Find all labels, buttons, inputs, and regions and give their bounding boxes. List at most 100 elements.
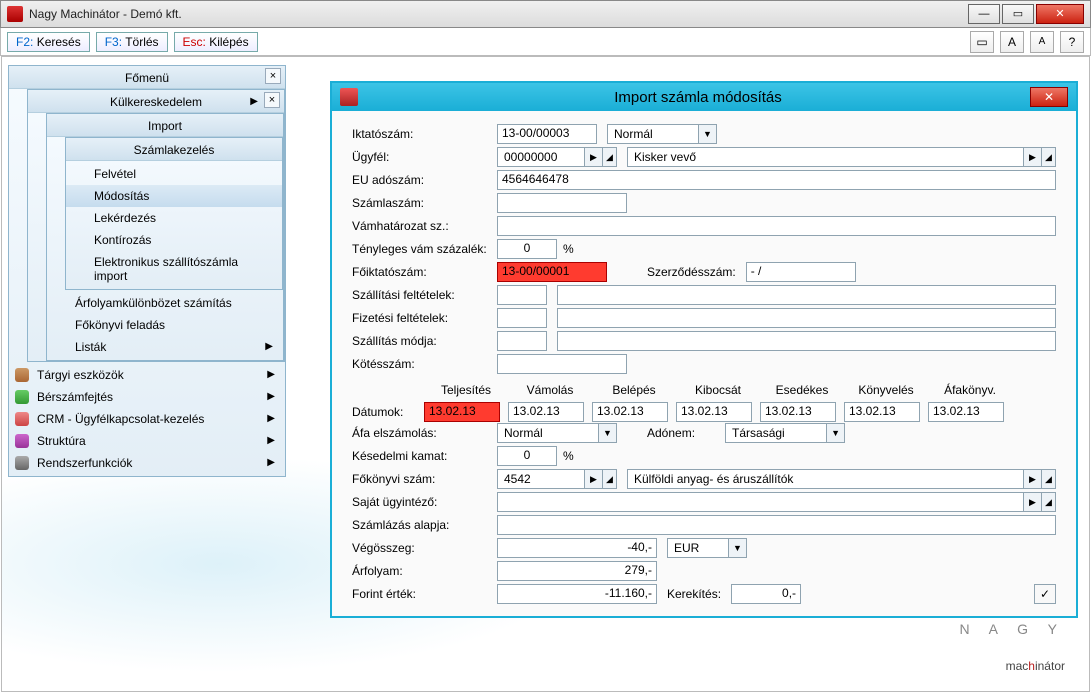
col-konyveles: Könyvelés (844, 383, 928, 397)
field-contract-no[interactable]: - / (746, 262, 856, 282)
field-customer-name[interactable]: Kisker vevő▶◢ (627, 147, 1056, 167)
label-huf-value: Forint érték: (352, 587, 497, 601)
label-main-reg-no: Főiktatószám: (352, 265, 497, 279)
close-icon[interactable]: × (264, 92, 280, 108)
menu-item-crm[interactable]: CRM - Ügyfélkapcsolat-kezelés▶ (9, 408, 285, 430)
maximize-button[interactable]: ▭ (1002, 4, 1034, 24)
invoice-edit-dialog: Import számla módosítás ✕ Iktatószám: 13… (330, 81, 1078, 618)
lookup-icon[interactable]: ▶ (1023, 470, 1041, 488)
menu-item-new[interactable]: Felvétel (66, 163, 282, 185)
font-large-button[interactable]: A (1000, 31, 1024, 53)
menu-foreign-trade: Külkereskedelem▶× Import Számlakezelés F… (27, 89, 285, 362)
field-customer-code[interactable]: 00000000▶◢ (497, 147, 617, 167)
font-small-button[interactable]: A (1030, 31, 1054, 53)
search-button[interactable]: F2: Keresés (7, 32, 90, 52)
field-binding-no[interactable] (497, 354, 627, 374)
field-shipping-mode-code[interactable] (497, 331, 547, 351)
field-late-interest[interactable]: 0 (497, 446, 557, 466)
label-total: Végösszeg: (352, 541, 497, 555)
field-delivery-terms-text[interactable] (557, 285, 1056, 305)
chevron-down-icon[interactable]: ▼ (598, 424, 616, 442)
menu-main-header[interactable]: Főmenü× (9, 66, 285, 89)
close-icon[interactable]: × (265, 68, 281, 84)
window-close-button[interactable]: ✕ (1036, 4, 1084, 24)
corner-icon[interactable]: ◢ (602, 148, 616, 166)
delete-button[interactable]: F3: Törlés (96, 32, 168, 52)
field-delivery-terms-code[interactable] (497, 285, 547, 305)
combo-status[interactable]: Normál▼ (607, 124, 717, 144)
field-customs-pct[interactable]: 0 (497, 239, 557, 259)
field-payment-terms-code[interactable] (497, 308, 547, 328)
menu-invoice-mgmt-header[interactable]: Számlakezelés (66, 138, 282, 161)
dialog-icon (340, 88, 358, 106)
menu-cascade: Főmenü× Külkereskedelem▶× Import Számlak… (8, 65, 286, 477)
field-customs-no[interactable] (497, 216, 1056, 236)
workspace: Főmenü× Külkereskedelem▶× Import Számlak… (1, 56, 1090, 692)
menu-item-system[interactable]: Rendszerfunkciók▶ (9, 452, 285, 474)
field-invoice-no[interactable] (497, 193, 627, 213)
col-esedekes: Esedékes (760, 383, 844, 397)
label-rounding: Kerekítés: (667, 587, 721, 601)
dialog-close-button[interactable]: ✕ (1030, 87, 1068, 107)
menu-item-structure[interactable]: Struktúra▶ (9, 430, 285, 452)
field-payment-terms-text[interactable] (557, 308, 1056, 328)
lookup-icon[interactable]: ▶ (584, 148, 602, 166)
menu-item-accounting[interactable]: Kontírozás (66, 229, 282, 251)
field-eu-vat[interactable]: 4564646478 (497, 170, 1056, 190)
field-shipping-mode-text[interactable] (557, 331, 1056, 351)
label-customs-no: Vámhatározat sz.: (352, 219, 497, 233)
app-icon (7, 6, 23, 22)
field-ledger-code[interactable]: 4542▶◢ (497, 469, 617, 489)
date-kibocsat[interactable]: 13.02.13 (676, 402, 752, 422)
date-esedekes[interactable]: 13.02.13 (760, 402, 836, 422)
menu-item-assets[interactable]: Tárgyi eszközök▶ (9, 364, 285, 386)
menu-import-header[interactable]: Import (47, 114, 283, 137)
field-exchange-rate[interactable]: 279,- (497, 561, 657, 581)
lookup-icon[interactable]: ▶ (584, 470, 602, 488)
corner-icon[interactable]: ◢ (602, 470, 616, 488)
field-rounding[interactable]: 0,- (731, 584, 801, 604)
confirm-button[interactable]: ✓ (1034, 584, 1056, 604)
corner-icon[interactable]: ◢ (1041, 470, 1055, 488)
lookup-icon[interactable]: ▶ (1023, 148, 1041, 166)
field-own-clerk[interactable]: ▶◢ (497, 492, 1056, 512)
date-konyveles[interactable]: 13.02.13 (844, 402, 920, 422)
date-belepes[interactable]: 13.02.13 (592, 402, 668, 422)
field-iktatoszam[interactable]: 13-00/00003 (497, 124, 597, 144)
minimize-button[interactable]: — (968, 4, 1000, 24)
combo-tax-type[interactable]: Társasági▼ (725, 423, 845, 443)
combo-vat-settle[interactable]: Normál▼ (497, 423, 617, 443)
menu-item-payroll[interactable]: Bérszámfejtés▶ (9, 386, 285, 408)
field-billing-basis[interactable] (497, 515, 1056, 535)
field-ledger-name[interactable]: Külföldi anyag- és áruszállítók▶◢ (627, 469, 1056, 489)
window-titlebar: Nagy Machinátor - Demó kft. — ▭ ✕ (0, 0, 1091, 28)
window-mode-button[interactable]: ▭ (970, 31, 994, 53)
lookup-icon[interactable]: ▶ (1023, 493, 1041, 511)
chevron-down-icon[interactable]: ▼ (826, 424, 844, 442)
menu-import: Import Számlakezelés Felvétel Módosítás … (46, 113, 284, 361)
menu-item-ledger-post[interactable]: Főkönyvi feladás (47, 314, 283, 336)
help-button[interactable]: ? (1060, 31, 1084, 53)
field-total[interactable]: -40,- (497, 538, 657, 558)
menu-item-edi-import[interactable]: Elektronikus szállítószámla import (66, 251, 282, 287)
corner-icon[interactable]: ◢ (1041, 493, 1055, 511)
chevron-down-icon[interactable]: ▼ (728, 539, 746, 557)
col-kibocsat: Kibocsát (676, 383, 760, 397)
menu-item-exchange-diff[interactable]: Árfolyamkülönbözet számítás (47, 292, 283, 314)
date-afakonyv[interactable]: 13.02.13 (928, 402, 1004, 422)
combo-currency[interactable]: EUR▼ (667, 538, 747, 558)
field-huf-value[interactable]: -11.160,- (497, 584, 657, 604)
menu-foreign-trade-header[interactable]: Külkereskedelem▶× (28, 90, 284, 113)
date-vamolas[interactable]: 13.02.13 (508, 402, 584, 422)
menu-item-query[interactable]: Lekérdezés (66, 207, 282, 229)
exit-button[interactable]: Esc: Kilépés (174, 32, 258, 52)
corner-icon[interactable]: ◢ (1041, 148, 1055, 166)
date-teljesites[interactable]: 13.02.13 (424, 402, 500, 422)
menu-item-modify[interactable]: Módosítás (66, 185, 282, 207)
menu-item-lists[interactable]: Listák▶ (47, 336, 283, 358)
chevron-down-icon[interactable]: ▼ (698, 125, 716, 143)
field-main-reg-no[interactable]: 13-00/00001 (497, 262, 607, 282)
col-belepes: Belépés (592, 383, 676, 397)
label-iktatoszam: Iktatószám: (352, 127, 497, 141)
dialog-title: Import számla módosítás (366, 89, 1030, 106)
